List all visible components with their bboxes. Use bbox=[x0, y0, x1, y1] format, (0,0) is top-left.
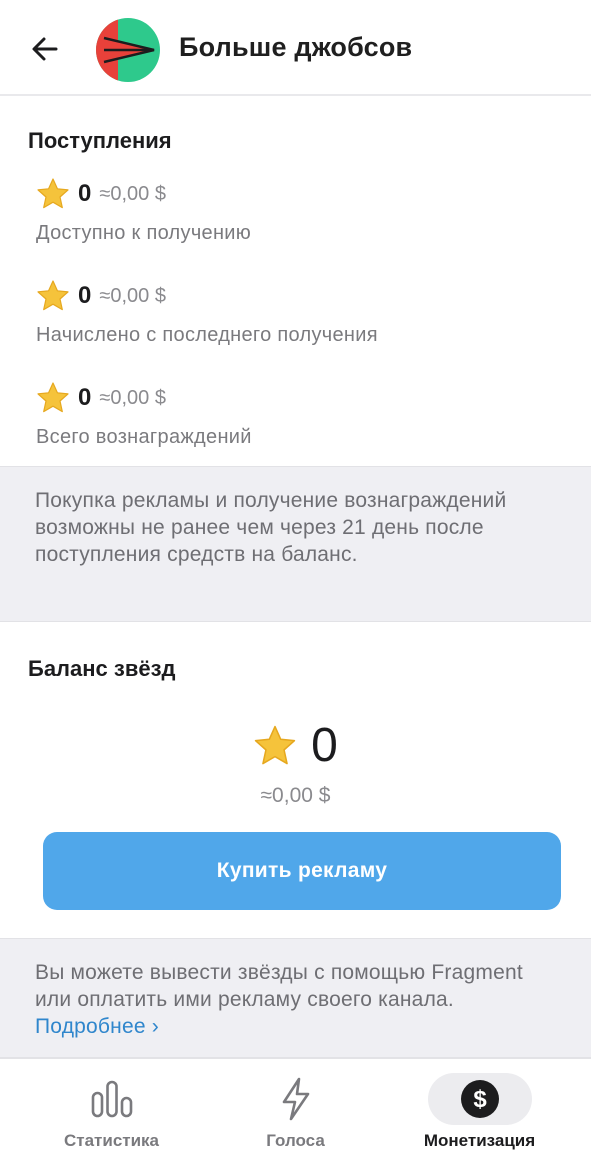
dollar-coin-icon: $ bbox=[460, 1080, 499, 1118]
income-caption: Всего вознаграждений bbox=[36, 426, 252, 448]
balance-approx: ≈0,00 $ bbox=[260, 784, 331, 807]
buy-ads-button[interactable]: Купить рекламу bbox=[43, 832, 561, 910]
nav-tab-votes[interactable]: Голоса bbox=[197, 1059, 394, 1166]
income-approx: ≈0,00 $ bbox=[99, 284, 166, 307]
income-item-available: 0 ≈0,00 $ Доступно к получению bbox=[36, 176, 556, 256]
page-title: Больше джобсов bbox=[179, 32, 413, 62]
income-caption: Начислено с последнего получения bbox=[36, 324, 378, 346]
nav-label: Голоса bbox=[266, 1131, 325, 1150]
star-icon bbox=[254, 725, 296, 764]
income-row: 0 ≈0,00 $ bbox=[36, 380, 166, 416]
balance-section: Баланс звёзд 0 ≈0,00 $ Купить рекламу bbox=[0, 622, 591, 938]
notice-bottom-paragraph: Вы можете вывести звёзды с помощью Fragm… bbox=[35, 959, 565, 1040]
income-item-since-last: 0 ≈0,00 $ Начислено с последнего получен… bbox=[36, 278, 556, 358]
balance-title: Баланс звёзд bbox=[28, 656, 176, 681]
bottom-nav: Статистика Голоса $ Монетизация bbox=[0, 1058, 591, 1166]
nav-icon-wrap: $ bbox=[427, 1073, 532, 1125]
income-approx: ≈0,00 $ bbox=[99, 182, 166, 205]
balance-value: 0 bbox=[311, 719, 338, 772]
nav-icon-wrap bbox=[60, 1073, 164, 1125]
channel-avatar[interactable] bbox=[96, 18, 160, 82]
back-button[interactable] bbox=[22, 26, 68, 72]
arrow-left-icon bbox=[32, 37, 58, 61]
bar-chart-icon bbox=[91, 1080, 132, 1118]
channel-logo-icon bbox=[96, 18, 160, 82]
learn-more-link[interactable]: Подробнее › bbox=[35, 1015, 159, 1038]
income-title: Поступления bbox=[28, 128, 172, 153]
svg-text:$: $ bbox=[473, 1086, 487, 1113]
notice-bottom: Вы можете вывести звёзды с помощью Fragm… bbox=[0, 938, 591, 1058]
notice-top-text: Покупка рекламы и получение вознагражден… bbox=[35, 489, 507, 566]
star-icon bbox=[37, 382, 69, 413]
income-approx: ≈0,00 $ bbox=[99, 386, 166, 409]
income-amount: 0 bbox=[78, 384, 92, 411]
star-icon bbox=[37, 280, 69, 311]
notice-bottom-text: Вы можете вывести звёзды с помощью Fragm… bbox=[35, 961, 523, 1011]
income-amount: 0 bbox=[78, 180, 92, 207]
balance-row: 0 bbox=[0, 718, 591, 773]
nav-label: Статистика bbox=[63, 1131, 160, 1150]
income-section: Поступления 0 ≈0,00 $ Доступно к получен… bbox=[0, 98, 591, 466]
star-icon bbox=[37, 178, 69, 209]
nav-icon-wrap bbox=[244, 1073, 348, 1125]
nav-label: Монетизация bbox=[423, 1131, 536, 1150]
income-row: 0 ≈0,00 $ bbox=[36, 176, 166, 212]
income-amount: 0 bbox=[78, 282, 92, 309]
income-row: 0 ≈0,00 $ bbox=[36, 278, 166, 314]
nav-tab-statistics[interactable]: Статистика bbox=[13, 1059, 210, 1166]
header: Больше джобсов bbox=[0, 0, 591, 96]
notice-top: Покупка рекламы и получение вознагражден… bbox=[0, 466, 591, 622]
nav-tab-monetization[interactable]: $ Монетизация bbox=[381, 1059, 578, 1166]
income-caption: Доступно к получению bbox=[36, 222, 252, 244]
income-item-total: 0 ≈0,00 $ Всего вознаграждений bbox=[36, 380, 556, 460]
lightning-icon bbox=[282, 1077, 309, 1121]
